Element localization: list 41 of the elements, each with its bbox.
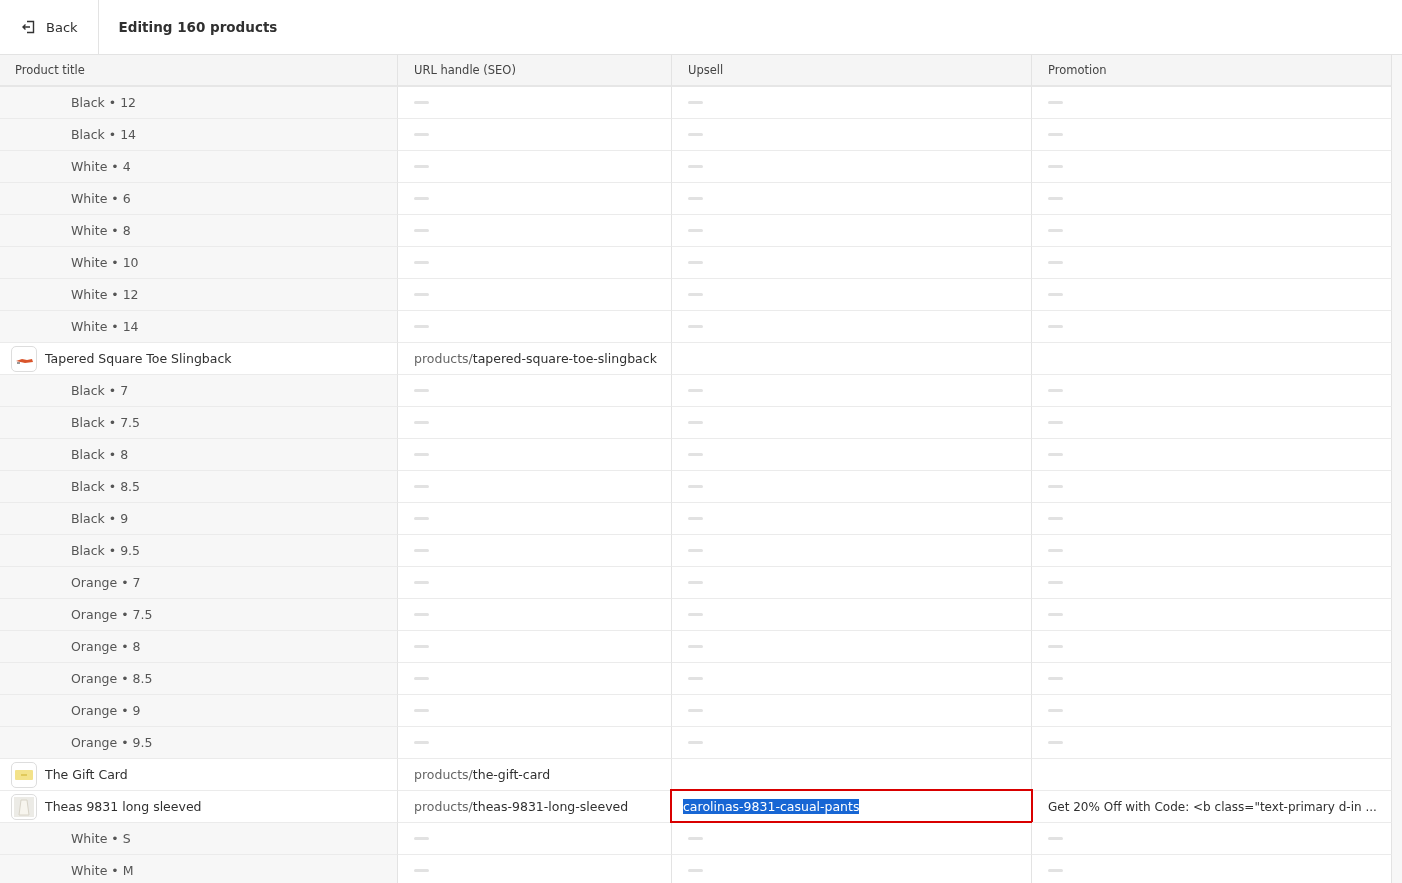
product-thumbnail (11, 793, 37, 820)
variant-title: Black • 7.5 (71, 415, 141, 430)
product-title: The Gift Card (45, 767, 128, 782)
variant-title: Orange • 9.5 (71, 735, 153, 750)
variant-title: Black • 14 (71, 127, 137, 142)
variant-title: Black • 8.5 (71, 479, 141, 494)
column-header: Product title (0, 55, 398, 87)
product-thumbnail (11, 761, 37, 788)
column-header: Upsell (672, 55, 1032, 87)
column-header: URL handle (SEO) (398, 55, 672, 87)
variant-title: Orange • 8.5 (71, 671, 153, 686)
promotion-text: Get 20% Off with Code: <b class="text-primary d-in ... (1048, 799, 1377, 814)
back-button[interactable]: Back (0, 0, 99, 54)
variant-title: Orange • 7.5 (71, 607, 153, 622)
variant-title: White • 8 (71, 223, 131, 238)
variant-title: White • M (71, 863, 134, 878)
variant-title: White • 10 (71, 255, 139, 270)
variant-title: Black • 9 (71, 511, 129, 526)
variant-title: White • 14 (71, 319, 139, 334)
upsell-edit-field[interactable]: carolinas-9831-casual-pants (670, 789, 1033, 823)
variant-title: White • 12 (71, 287, 139, 302)
column-header: Promotion (1032, 55, 1392, 87)
product-thumbnail (11, 345, 37, 372)
url-handle: products/the-gift-card (414, 767, 551, 782)
variant-title: Black • 9.5 (71, 543, 141, 558)
product-title: Tapered Square Toe Slingback (45, 351, 232, 366)
variant-title: Black • 8 (71, 447, 129, 462)
variant-title: Orange • 9 (71, 703, 141, 718)
exit-icon (22, 20, 36, 34)
url-handle: products/tapered-square-toe-slingback (414, 351, 657, 366)
variant-title: White • 4 (71, 159, 131, 174)
variant-title: Orange • 8 (71, 639, 141, 654)
scrollbar-track[interactable] (1392, 55, 1402, 883)
product-title: Theas 9831 long sleeved (45, 799, 202, 814)
variant-title: Orange • 7 (71, 575, 141, 590)
variant-title: White • 6 (71, 191, 131, 206)
url-handle: products/theas-9831-long-sleeved (414, 799, 629, 814)
variant-title: Black • 12 (71, 95, 137, 110)
page-title: Editing 160 products (117, 18, 278, 37)
variant-title: Black • 7 (71, 383, 129, 398)
variant-title: White • S (71, 831, 131, 846)
